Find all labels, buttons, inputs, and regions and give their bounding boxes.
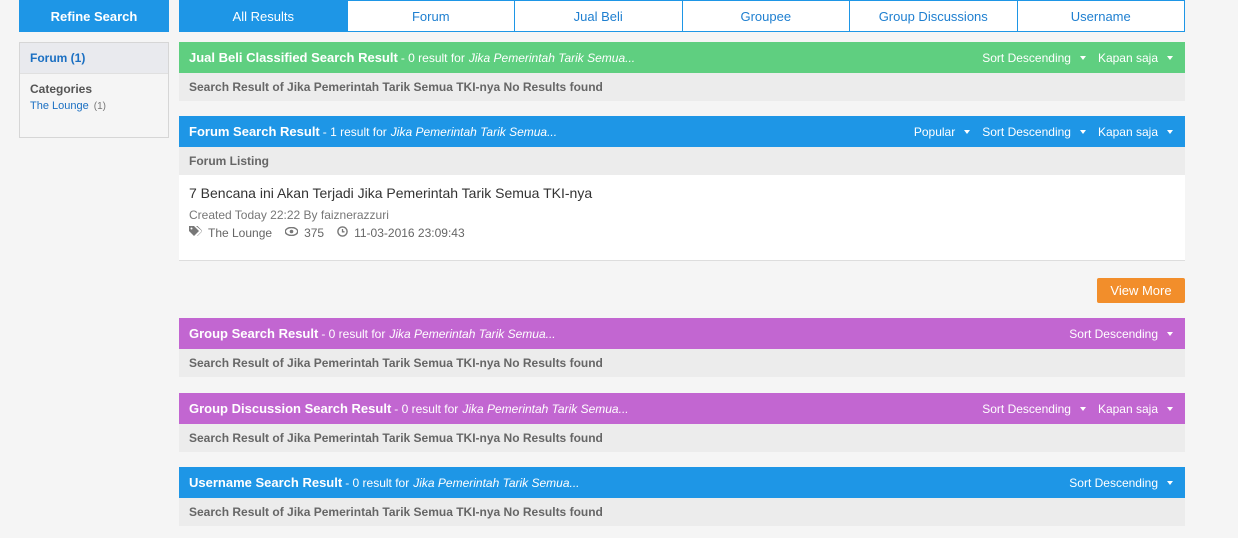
no-results-message: Search Result of Jika Pemerintah Tarik S… (179, 498, 1185, 526)
thread-title[interactable]: 7 Bencana ini Akan Terjadi Jika Pemerint… (189, 185, 1175, 201)
thread-views: 375 (304, 226, 325, 240)
result-count: - 0 result for (345, 475, 410, 490)
group-discussion-section: Group Discussion Search Result - 0 resul… (179, 393, 1185, 452)
no-results-message: Search Result of Jika Pemerintah Tarik S… (179, 349, 1185, 377)
sort-dropdown[interactable]: Sort Descending (1069, 476, 1173, 490)
result-count: - 1 result for (322, 124, 387, 139)
group-header: Group Search Result - 0 result for Jika … (179, 318, 1185, 349)
caret-down-icon (964, 129, 971, 134)
forum-section: Forum Search Result - 1 result for Jika … (179, 116, 1185, 261)
section-title: Group Discussion Search Result (189, 401, 392, 416)
section-title: Username Search Result (189, 475, 343, 490)
caret-down-icon (1079, 129, 1086, 134)
tab-forum[interactable]: Forum (348, 1, 515, 31)
thread-item[interactable]: 7 Bencana ini Akan Terjadi Jika Pemerint… (179, 175, 1185, 261)
sort-dropdown[interactable]: Sort Descending (982, 402, 1086, 416)
time-dropdown[interactable]: Kapan saja (1098, 402, 1173, 416)
caret-down-icon (1079, 55, 1086, 60)
categories-label: Categories (30, 82, 93, 96)
time-dropdown[interactable]: Kapan saja (1098, 125, 1173, 139)
search-query: Jika Pemerintah Tarik Semua... (390, 124, 558, 139)
sort-dropdown[interactable]: Sort Descending (982, 125, 1086, 139)
username-section: Username Search Result - 0 result for Ji… (179, 467, 1185, 526)
group-discussion-header: Group Discussion Search Result - 0 resul… (179, 393, 1185, 424)
tab-groupee[interactable]: Groupee (683, 1, 850, 31)
caret-down-icon (1167, 331, 1173, 336)
caret-down-icon (1079, 406, 1086, 411)
tab-group-discussions[interactable]: Group Discussions (850, 1, 1018, 31)
forum-filter[interactable]: Forum (1) (20, 43, 168, 74)
eye-icon (284, 226, 299, 239)
sort-dropdown[interactable]: Sort Descending (982, 51, 1086, 65)
thread-date: 11-03-2016 23:09:43 (354, 226, 465, 240)
search-query: Jika Pemerintah Tarik Semua... (413, 475, 580, 490)
refine-search-button[interactable]: Refine Search (19, 0, 169, 32)
result-tabs: All Results Forum Jual Beli Groupee Grou… (179, 0, 1185, 32)
view-more-button[interactable]: View More (1097, 278, 1185, 303)
clock-icon (337, 226, 348, 240)
jual-beli-header: Jual Beli Classified Search Result - 0 r… (179, 42, 1185, 73)
search-query: Jika Pemerintah Tarik Semua... (389, 326, 556, 341)
section-title: Jual Beli Classified Search Result (189, 50, 398, 65)
tab-jual-beli[interactable]: Jual Beli (515, 1, 683, 31)
forum-header: Forum Search Result - 1 result for Jika … (179, 116, 1185, 147)
section-title: Group Search Result (189, 326, 319, 341)
forum-listing-label: Forum Listing (179, 147, 1185, 175)
result-count: - 0 result for (394, 401, 459, 416)
thread-meta: Created Today 22:22 By faiznerazzuri (189, 208, 389, 222)
tab-username[interactable]: Username (1018, 1, 1185, 31)
time-dropdown[interactable]: Kapan saja (1098, 51, 1173, 65)
username-header: Username Search Result - 0 result for Ji… (179, 467, 1185, 498)
search-query: Jika Pemerintah Tarik Semua... (462, 401, 629, 416)
category-label[interactable]: The Lounge (30, 100, 89, 112)
tab-all-results[interactable]: All Results (180, 1, 348, 31)
section-title: Forum Search Result (189, 124, 320, 139)
caret-down-icon (1167, 55, 1173, 60)
tag-icon (189, 226, 203, 240)
result-count: - 0 result for (321, 326, 386, 341)
caret-down-icon (1167, 406, 1173, 411)
thread-stats: The Lounge 375 11-03-2016 23:09:43 (189, 226, 1175, 240)
category-count: (1) (93, 101, 107, 112)
sort-dropdown[interactable]: Sort Descending (1069, 327, 1173, 341)
refine-panel: Forum (1) Categories The Lounge (1) (19, 42, 169, 138)
no-results-message: Search Result of Jika Pemerintah Tarik S… (179, 73, 1185, 101)
group-section: Group Search Result - 0 result for Jika … (179, 318, 1185, 377)
caret-down-icon (1167, 129, 1173, 134)
jual-beli-section: Jual Beli Classified Search Result - 0 r… (179, 42, 1185, 101)
popular-dropdown[interactable]: Popular (914, 125, 971, 139)
result-count: - 0 result for (400, 50, 465, 65)
category-the-lounge[interactable]: The Lounge (1) (20, 100, 168, 112)
search-query: Jika Pemerintah Tarik Semua... (468, 50, 636, 65)
no-results-message: Search Result of Jika Pemerintah Tarik S… (179, 424, 1185, 452)
caret-down-icon (1167, 480, 1173, 485)
thread-category[interactable]: The Lounge (208, 226, 272, 240)
